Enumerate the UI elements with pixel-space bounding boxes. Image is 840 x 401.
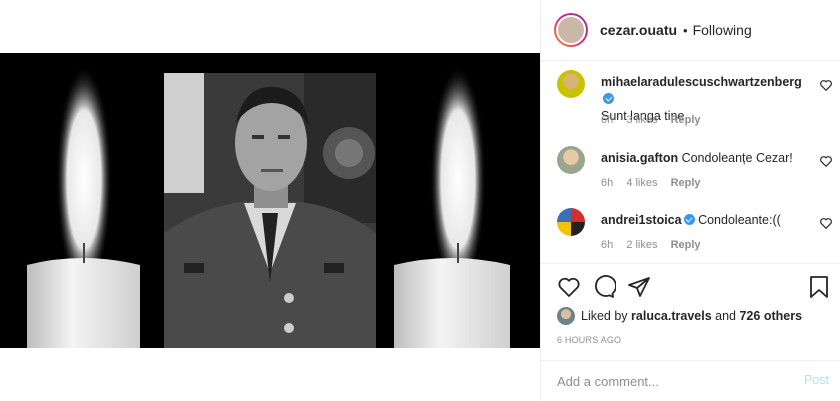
post-comment-button[interactable]: Post (804, 373, 829, 387)
post-side-panel: cezar.ouatu • Following mihaelaradulescu… (540, 0, 840, 401)
candle-right-image (394, 53, 510, 348)
liker-username[interactable]: raluca.travels (631, 309, 712, 323)
others-count-link[interactable]: 726 others (739, 309, 802, 323)
comment-time: 6h (601, 114, 614, 126)
comment-body: anisia.gafton Condoleanțe Cezar! (601, 150, 811, 167)
author-avatar[interactable] (554, 13, 588, 47)
portrait-photo (164, 73, 376, 348)
post-header: cezar.ouatu • Following (541, 0, 840, 61)
comment-bubble-icon[interactable] (592, 275, 616, 299)
comment-meta: 6h 4 likes Reply (601, 177, 711, 189)
commenter-avatar[interactable] (557, 70, 585, 98)
photo-frame (0, 53, 540, 348)
liked-by-row: Liked by raluca.travels and 726 others (557, 306, 802, 326)
commenter-username[interactable]: andrei1stoica (601, 213, 682, 227)
liker-avatar[interactable] (557, 307, 575, 325)
post-timestamp[interactable]: 6 HOURS AGO (557, 335, 621, 345)
reply-button[interactable]: Reply (671, 177, 701, 189)
comment-item: andrei1stoica Condoleante:(( 6h 2 likes … (557, 208, 833, 258)
comment-item: mihaelaradulescuschwartzenberg Sunt lang… (557, 70, 833, 132)
comment-likes[interactable]: 2 likes (626, 239, 657, 251)
header-separator: • (683, 22, 688, 38)
reply-button[interactable]: Reply (671, 239, 701, 251)
like-heart-icon[interactable] (557, 275, 581, 299)
comment-text: Condoleante:(( (698, 213, 781, 227)
commenter-avatar[interactable] (557, 208, 585, 236)
liked-and: and (715, 309, 736, 323)
comment-item: anisia.gafton Condoleanțe Cezar! 6h 4 li… (557, 146, 833, 196)
author-username[interactable]: cezar.ouatu (600, 22, 677, 38)
comment-text: Condoleanțe Cezar! (681, 151, 793, 165)
following-button[interactable]: Following (693, 22, 752, 38)
liked-by-prefix: Liked by (581, 309, 628, 323)
commenter-avatar[interactable] (557, 146, 585, 174)
post-media[interactable] (0, 0, 540, 401)
commenter-username[interactable]: mihaelaradulescuschwartzenberg (601, 75, 802, 89)
like-comment-heart-icon[interactable] (819, 78, 833, 92)
comments-list[interactable]: mihaelaradulescuschwartzenberg Sunt lang… (541, 62, 840, 262)
comment-time: 6h (601, 239, 614, 251)
add-comment-bar: Post (541, 360, 840, 401)
comment-likes[interactable]: 3 likes (626, 114, 657, 126)
comment-body: andrei1stoica Condoleante:(( (601, 212, 811, 229)
share-send-icon[interactable] (627, 275, 651, 299)
reply-button[interactable]: Reply (671, 114, 701, 126)
verified-badge-icon (603, 93, 614, 104)
like-comment-heart-icon[interactable] (819, 154, 833, 168)
comment-meta: 6h 2 likes Reply (601, 239, 711, 251)
add-comment-input[interactable] (557, 371, 777, 391)
bookmark-save-icon[interactable] (807, 275, 831, 299)
like-comment-heart-icon[interactable] (819, 216, 833, 230)
commenter-username[interactable]: anisia.gafton (601, 151, 678, 165)
comment-time: 6h (601, 177, 614, 189)
post-actions: Liked by raluca.travels and 726 others 6… (541, 263, 840, 400)
verified-badge-icon (683, 214, 695, 225)
comment-likes[interactable]: 4 likes (626, 177, 657, 189)
candle-left-image (27, 53, 140, 348)
comment-meta: 6h 3 likes Reply (601, 114, 711, 126)
